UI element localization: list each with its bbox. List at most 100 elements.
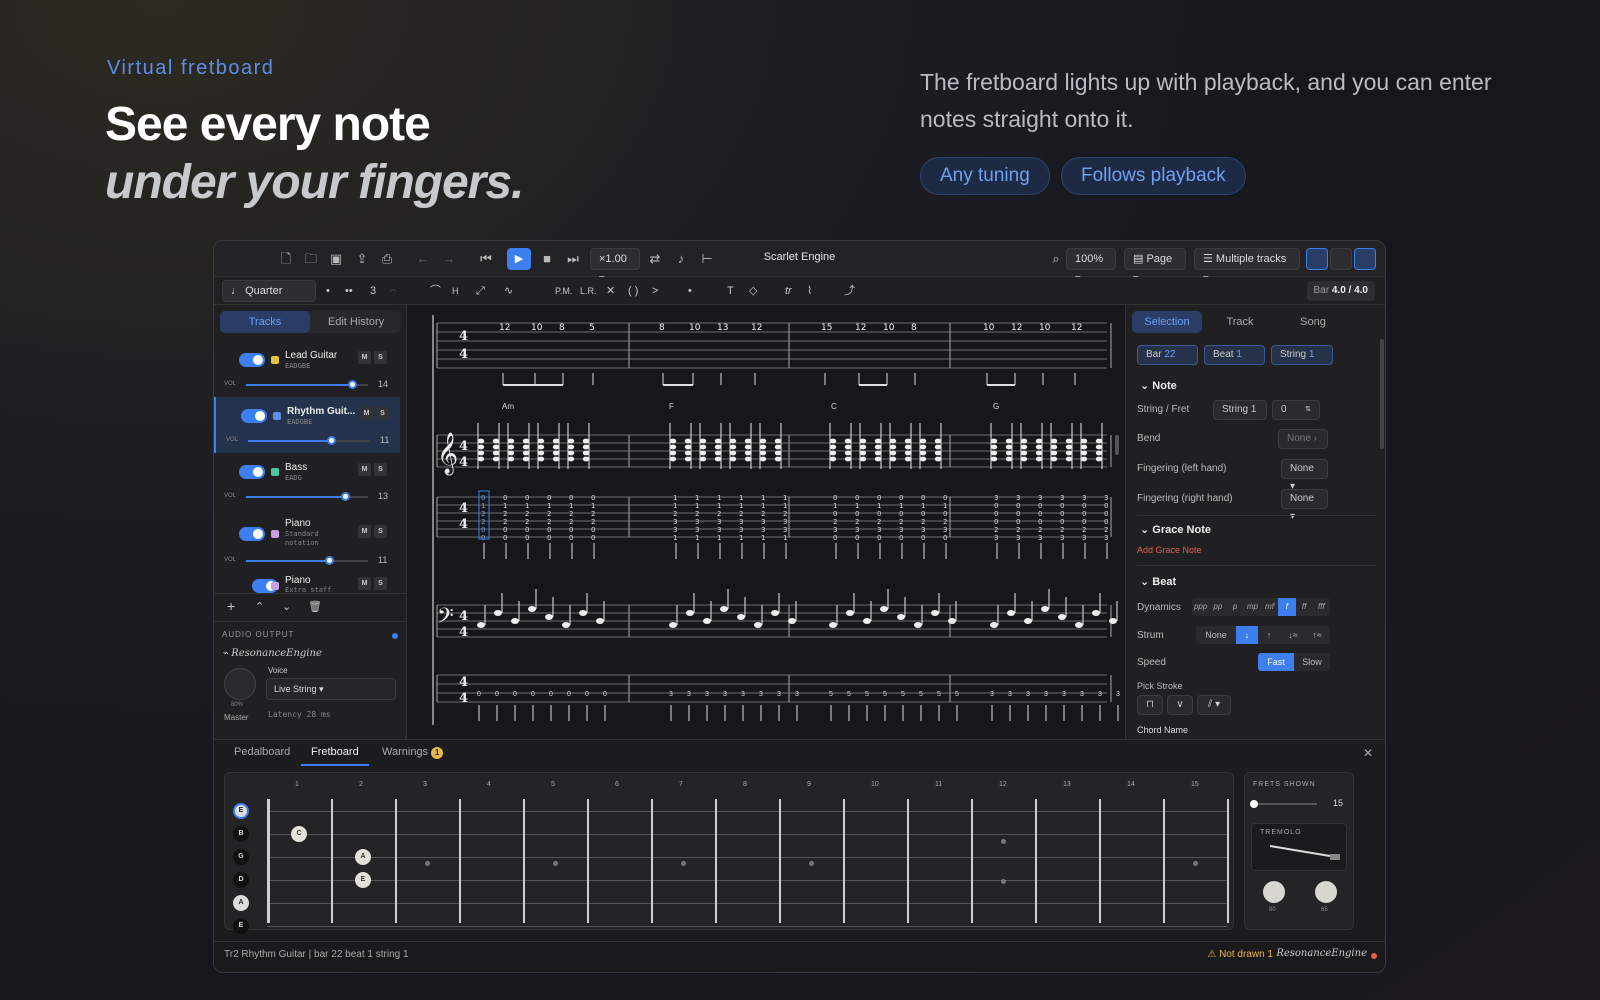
- finger-right-select[interactable]: None ▾: [1281, 489, 1328, 522]
- chip-beat[interactable]: Beat 1: [1204, 345, 1265, 365]
- tab-selection[interactable]: Selection: [1132, 311, 1202, 333]
- volume-slider[interactable]: [246, 556, 368, 565]
- redo-icon[interactable]: →: [440, 250, 458, 268]
- track-visibility-toggle[interactable]: [239, 353, 265, 367]
- grace-section-header[interactable]: ⌄ Grace Note: [1140, 523, 1211, 536]
- solo-button[interactable]: S: [374, 351, 387, 364]
- dynamics-option-fff[interactable]: fff: [1313, 598, 1330, 616]
- status-warning[interactable]: ⚠ Not drawn 1: [1207, 949, 1273, 960]
- ghost-note-icon[interactable]: ( ): [628, 283, 638, 299]
- tremolo-knob-2[interactable]: [1315, 881, 1337, 903]
- score-canvas[interactable]: 4412 10 8 5 8 10 13 12 15 12 10 8 10 12 10 12𝄞 44Am F C G44…: [407, 305, 1125, 739]
- play-button[interactable]: ▶: [507, 248, 531, 270]
- pick-up-icon[interactable]: ∨: [1167, 695, 1193, 715]
- speed-dropdown[interactable]: ×1.00 ▾: [590, 248, 640, 285]
- bend-icon[interactable]: ⤴: [844, 283, 855, 299]
- string-badge-5[interactable]: A: [233, 895, 249, 911]
- fretboard-note[interactable]: A: [355, 849, 371, 865]
- dynamics-option-ppp[interactable]: ppp: [1192, 598, 1209, 616]
- tab-track[interactable]: Track: [1205, 311, 1275, 333]
- track-mode-dropdown[interactable]: ☰ Multiple tracks ▾: [1194, 248, 1300, 285]
- mute-button[interactable]: M: [358, 351, 371, 364]
- inspector-scrollbar[interactable]: [1380, 339, 1384, 449]
- staccato-icon[interactable]: •: [688, 283, 692, 299]
- dynamics-option-ff[interactable]: ff: [1296, 598, 1313, 616]
- track-row[interactable]: Piano Extra staff M S: [214, 573, 400, 595]
- hammer-on-icon[interactable]: H: [452, 283, 459, 299]
- tie-icon[interactable]: 𝄐: [390, 283, 396, 299]
- tab-edit-history[interactable]: Edit History: [311, 311, 401, 333]
- vibrato-icon[interactable]: ∿: [504, 283, 513, 299]
- double-dot-icon[interactable]: ••: [345, 283, 353, 299]
- undo-icon[interactable]: ←: [414, 250, 432, 268]
- search-icon[interactable]: ⌕: [1047, 250, 1065, 268]
- dynamics-option-p[interactable]: p: [1227, 598, 1244, 616]
- harmonic-icon[interactable]: ◇: [749, 283, 757, 299]
- layout-bottom-panel-button[interactable]: [1330, 248, 1352, 270]
- string-select[interactable]: String 1: [1213, 400, 1267, 420]
- tab-song[interactable]: Song: [1278, 311, 1348, 333]
- trill-button[interactable]: tr: [785, 283, 792, 299]
- speed-slow-option[interactable]: Slow: [1294, 653, 1330, 671]
- mute-button[interactable]: M: [358, 525, 371, 538]
- brush-up-icon[interactable]: ↑≈: [1306, 626, 1328, 644]
- finger-left-select[interactable]: None ▾: [1281, 459, 1328, 492]
- mute-button[interactable]: M: [360, 407, 373, 420]
- solo-button[interactable]: S: [374, 463, 387, 476]
- save-icon[interactable]: ▣: [327, 250, 345, 268]
- open-folder-icon[interactable]: 🗀: [302, 250, 320, 268]
- volume-slider[interactable]: [246, 380, 368, 389]
- slide-icon[interactable]: ⤢: [476, 283, 485, 299]
- string-badge-3[interactable]: G: [233, 849, 249, 865]
- move-down-icon[interactable]: ⌄: [282, 599, 291, 615]
- add-track-icon[interactable]: +: [227, 598, 235, 614]
- dynamics-option-mf[interactable]: mf: [1261, 598, 1278, 616]
- fretboard-note[interactable]: C: [291, 826, 307, 842]
- print-icon[interactable]: ⎙: [378, 250, 396, 268]
- layout-left-panel-button[interactable]: [1306, 248, 1328, 270]
- string-badge-1[interactable]: E: [233, 803, 249, 819]
- dynamics-selector[interactable]: ppp pp p mp mf f ff fff: [1192, 598, 1330, 616]
- track-visibility-toggle[interactable]: [239, 527, 265, 541]
- score-view[interactable]: 4 4 12 10 8 5 8 10 13 12 15 12 10 8 10 12 10 12 𝄞 4 4 Am F C G 4 4…: [407, 305, 1125, 739]
- dynamics-option-mp[interactable]: mp: [1244, 598, 1261, 616]
- beat-section-header[interactable]: ⌄ Beat: [1140, 575, 1176, 588]
- track-visibility-toggle[interactable]: [241, 409, 267, 423]
- tremolo-arm-icon[interactable]: [1252, 824, 1348, 872]
- view-mode-dropdown[interactable]: ▤ Page ▾: [1124, 248, 1186, 285]
- strum-selector[interactable]: None ↓ ↑ ↓≈ ↑≈: [1196, 626, 1330, 644]
- let-ring-button[interactable]: L.R.: [580, 283, 597, 299]
- loop-icon[interactable]: ⇄: [646, 250, 664, 268]
- volume-slider-handle[interactable]: [341, 492, 350, 501]
- skip-forward-icon[interactable]: ⏭: [564, 250, 582, 268]
- tremolo-knob-1[interactable]: [1263, 881, 1285, 903]
- tab-pedalboard[interactable]: Pedalboard: [234, 746, 290, 764]
- pick-auto-icon[interactable]: ⫽ ▾: [1197, 695, 1231, 715]
- chip-bar[interactable]: Bar 22: [1137, 345, 1198, 365]
- track-row[interactable]: Bass EADG M S VOL 13: [214, 453, 400, 509]
- slur-icon[interactable]: ⌒: [430, 283, 441, 299]
- pick-down-icon[interactable]: ⊓: [1137, 695, 1163, 715]
- close-panel-icon[interactable]: ✕: [1363, 746, 1373, 760]
- speed-selector[interactable]: Fast Slow: [1258, 653, 1330, 671]
- bend-select[interactable]: None ›: [1278, 429, 1328, 449]
- volume-slider-handle[interactable]: [325, 556, 334, 565]
- track-row-selected[interactable]: Rhythm Guit... EADGBE M S VOL 11: [214, 397, 400, 453]
- tab-fretboard[interactable]: Fretboard: [301, 746, 369, 766]
- tab-tracks[interactable]: Tracks: [220, 311, 310, 333]
- mute-button[interactable]: M: [358, 463, 371, 476]
- skip-back-icon[interactable]: ⏮: [477, 250, 495, 268]
- voice-dropdown[interactable]: Live String ▾: [266, 678, 396, 700]
- dynamics-option-pp[interactable]: pp: [1209, 598, 1226, 616]
- dead-note-icon[interactable]: ✕: [606, 283, 615, 299]
- strum-up-icon[interactable]: ↑: [1258, 626, 1280, 644]
- volume-slider-handle[interactable]: [327, 436, 336, 445]
- volume-slider[interactable]: [248, 436, 370, 445]
- stop-icon[interactable]: ■: [538, 250, 556, 268]
- string-badge-6[interactable]: E: [233, 918, 249, 934]
- chip-string[interactable]: String 1: [1271, 345, 1333, 365]
- solo-button[interactable]: S: [374, 577, 387, 590]
- track-row[interactable]: Piano Standard notation M S VOL 11: [214, 509, 400, 573]
- zoom-dropdown[interactable]: 100% ▾: [1066, 248, 1116, 285]
- string-badge-4[interactable]: D: [233, 872, 249, 888]
